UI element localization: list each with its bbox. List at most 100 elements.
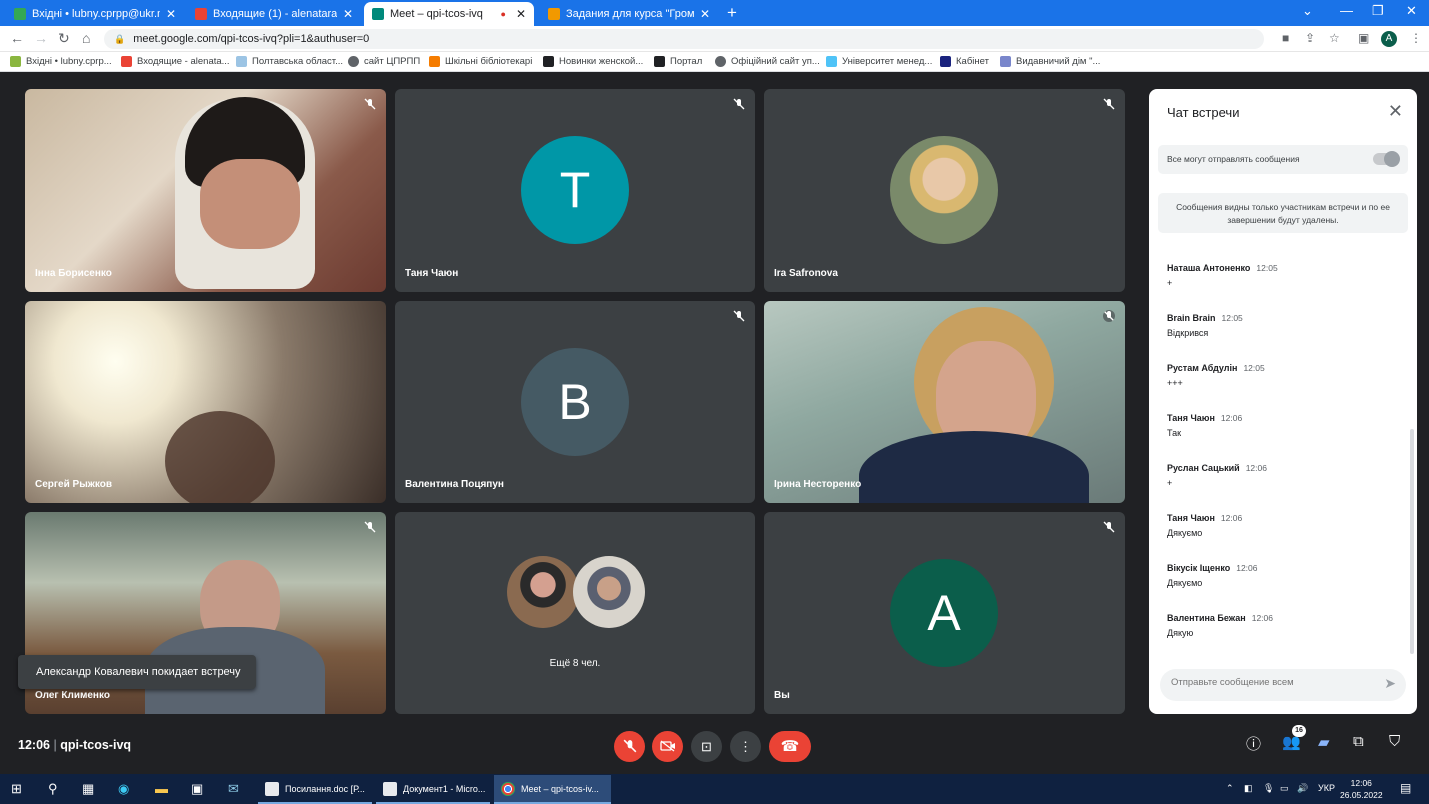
tab-search-icon[interactable]: ⌄ — [1302, 3, 1313, 19]
message-text: Так — [1167, 428, 1182, 438]
participant-name: Олег Клименко — [35, 690, 110, 701]
task-view-icon[interactable]: ▦ — [82, 781, 94, 797]
bookmark-item[interactable]: сайт ЦПРПП — [348, 56, 420, 67]
browser-tab[interactable]: Вхідні • lubny.cprpp@ukr.net ✕ — [6, 2, 184, 26]
tray-app-icon[interactable]: ◧ — [1244, 783, 1253, 794]
leave-call-button[interactable]: ☎ — [769, 731, 811, 762]
present-icon: ⊡ — [701, 739, 712, 754]
publisher-icon — [1000, 56, 1011, 67]
cabinet-icon — [940, 56, 951, 67]
mic-off-icon — [733, 310, 745, 322]
toggle-camera-button[interactable] — [652, 731, 683, 762]
back-icon[interactable]: ← — [10, 30, 24, 46]
participant-tile[interactable]: Ira Safronova — [764, 89, 1125, 292]
mail-icon — [10, 56, 21, 67]
bookmark-item[interactable]: Полтавська област... — [236, 56, 343, 67]
taskbar-app-word[interactable]: Документ1 - Micro... — [376, 775, 490, 804]
close-tab-icon[interactable]: ✕ — [343, 7, 353, 21]
activities-icon[interactable]: ⧉ — [1353, 733, 1364, 750]
notifications-icon[interactable]: ▤ — [1400, 781, 1411, 795]
allow-messages-toggle[interactable] — [1373, 151, 1400, 167]
participant-tile[interactable]: Сергей Рыжков — [25, 301, 386, 503]
participant-tile[interactable]: T Таня Чаюн — [395, 89, 755, 292]
close-icon[interactable]: ✕ — [1388, 101, 1403, 122]
message-time: 12:06 — [1220, 413, 1243, 423]
toggle-mic-button[interactable] — [614, 731, 645, 762]
chat-icon[interactable]: ▰ — [1318, 733, 1330, 751]
message-time: 12:06 — [1236, 563, 1258, 573]
home-icon[interactable]: ⌂ — [82, 30, 90, 46]
share-icon[interactable]: ⇪ — [1305, 31, 1315, 45]
message-author: Руслан Сацький — [1167, 463, 1240, 473]
file-explorer-icon[interactable]: ▬ — [155, 781, 168, 796]
reload-icon[interactable]: ↻ — [58, 30, 70, 47]
close-tab-icon[interactable]: ✕ — [516, 7, 526, 21]
more-options-button[interactable]: ⋮ — [730, 731, 761, 762]
new-tab-button[interactable]: + — [727, 3, 737, 23]
close-tab-icon[interactable]: ✕ — [700, 7, 710, 21]
bookmark-item[interactable]: Вхідні • lubny.cprp... — [10, 56, 112, 67]
maximize-button[interactable]: ❐ — [1372, 3, 1384, 19]
bookmark-star-icon[interactable]: ☆ — [1329, 31, 1340, 45]
forward-icon[interactable]: → — [34, 30, 48, 46]
close-window-button[interactable]: ✕ — [1406, 3, 1417, 19]
meeting-details-icon[interactable]: ⓘ — [1246, 733, 1261, 754]
close-tab-icon[interactable]: ✕ — [166, 7, 176, 21]
bookmark-item[interactable]: Офіційний сайт уп... — [715, 56, 820, 67]
taskbar-app-word[interactable]: Посилання.doc [Р... — [258, 775, 372, 804]
windows-start-icon[interactable]: ⊞ — [11, 781, 22, 797]
tray-chevron-icon[interactable]: ⌃ — [1226, 783, 1234, 794]
taskbar-app-chrome[interactable]: Meet – qpi-tcos-iv... — [494, 775, 611, 804]
bookmark-item[interactable]: Видавничий дім "... — [1000, 56, 1100, 67]
bookmark-item[interactable]: Кабінет — [940, 56, 989, 67]
bookmark-item[interactable]: Університет менед... — [826, 56, 932, 67]
message-time: 12:05 — [1243, 363, 1265, 373]
microphone-icon[interactable]: 🎙 — [1263, 783, 1274, 794]
send-icon[interactable]: ➤ — [1384, 675, 1396, 692]
camera-icon[interactable]: ■ — [1282, 31, 1289, 45]
menu-dots-icon[interactable]: ⋮ — [1410, 31, 1422, 45]
participant-avatar: B — [521, 348, 629, 456]
message-text: Відкрився — [1167, 328, 1209, 338]
bookmark-item[interactable]: Новинки женской... — [543, 56, 643, 67]
leave-notification-toast: Александр Ковалевич покидает встречу — [18, 655, 256, 689]
participant-tile[interactable]: B Валентина Поцяпун — [395, 301, 755, 503]
chat-scrollbar[interactable] — [1410, 429, 1414, 654]
search-icon[interactable]: ⚲ — [48, 781, 58, 797]
chat-message: Brain Brain 12:05 Відкрився — [1167, 313, 1407, 338]
message-text: Дякуємо — [1167, 528, 1203, 538]
volume-icon[interactable]: 🔊 — [1297, 783, 1308, 794]
url-field[interactable]: 🔒 meet.google.com/qpi-tcos-ivq?pli=1&aut… — [104, 29, 1264, 49]
self-tile[interactable]: A Вы — [764, 512, 1125, 714]
meeting-code: qpi-tcos-ivq — [60, 738, 132, 752]
minimize-button[interactable]: — — [1340, 3, 1353, 18]
host-controls-icon[interactable]: ⛉ — [1389, 733, 1400, 750]
participant-tile[interactable]: Ірина Несторенко — [764, 301, 1125, 503]
bookmark-item[interactable]: Шкільні бібліотекарі — [429, 56, 532, 67]
mail-icon[interactable]: ✉ — [228, 781, 239, 797]
network-icon[interactable]: ▭ — [1280, 783, 1289, 794]
system-clock[interactable]: 12:06 26.05.2022 — [1340, 777, 1383, 801]
bookmark-item[interactable]: Портал — [654, 56, 702, 67]
message-author: Рустам Абдулін — [1167, 363, 1238, 373]
bookmark-item[interactable]: Входящие - alenata... — [121, 56, 230, 67]
more-participants-tile[interactable]: Ещё 8 чел. — [395, 512, 755, 714]
profile-avatar[interactable]: A — [1381, 31, 1397, 47]
mic-off-icon — [623, 739, 636, 753]
store-icon[interactable]: ▣ — [191, 781, 203, 797]
browser-tab-active[interactable]: Meet – qpi-tcos-ivq ● ✕ — [364, 2, 534, 26]
message-time: 12:06 — [1251, 613, 1273, 623]
mic-off-icon — [1103, 521, 1115, 533]
browser-tab-bar: Вхідні • lubny.cprpp@ukr.net ✕ Входящие … — [0, 0, 1429, 26]
self-avatar: A — [890, 559, 998, 667]
participant-tile[interactable]: Інна Борисенко — [25, 89, 386, 292]
input-language[interactable]: УКР — [1318, 783, 1335, 793]
participant-name: Ira Safronova — [774, 268, 838, 279]
side-panel-icon[interactable]: ▣ — [1358, 31, 1369, 45]
edge-icon[interactable]: ◉ — [118, 781, 129, 797]
browser-tab[interactable]: Задания для курса "Громадянсь ✕ — [540, 2, 718, 26]
browser-tab[interactable]: Входящие (1) - alenataranec201 ✕ — [187, 2, 361, 26]
chat-message-input[interactable] — [1171, 677, 1361, 688]
address-bar-row: ← → ↻ ⌂ 🔒 meet.google.com/qpi-tcos-ivq?p… — [0, 26, 1429, 52]
present-screen-button[interactable]: ⊡ — [691, 731, 722, 762]
